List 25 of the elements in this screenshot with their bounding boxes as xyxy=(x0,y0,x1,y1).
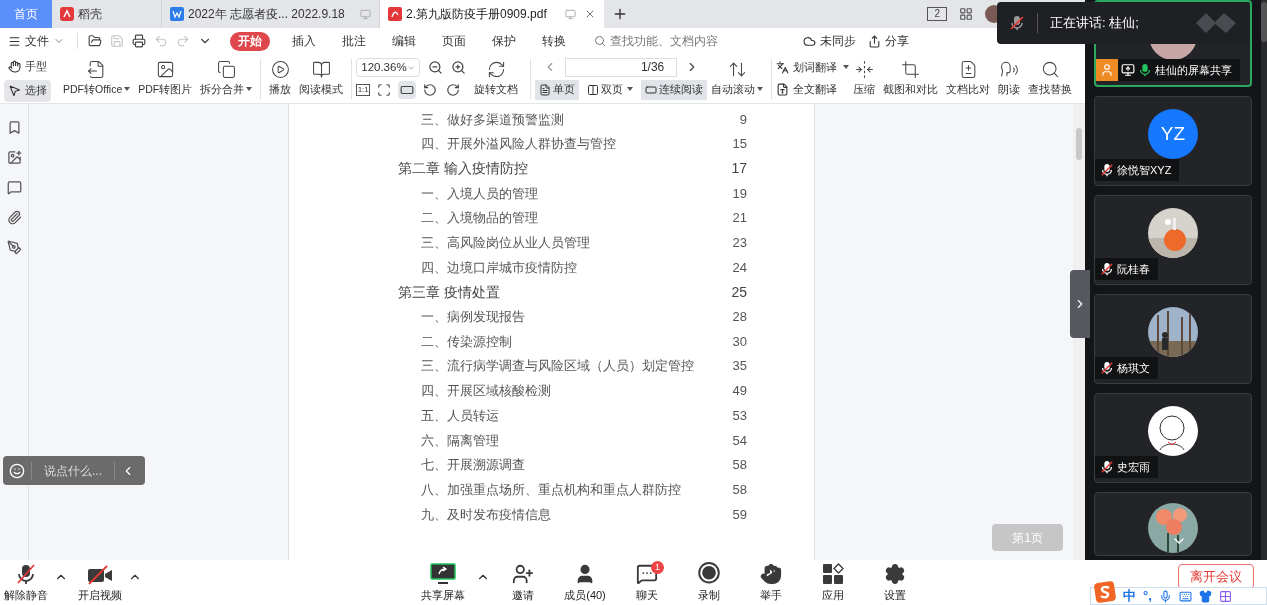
page-number: 15 xyxy=(732,135,747,154)
page-number: 17 xyxy=(731,159,747,179)
page-number: 53 xyxy=(732,406,747,425)
page-number: 35 xyxy=(732,357,747,376)
page-number: 9 xyxy=(739,110,747,129)
page-number: 54 xyxy=(732,431,747,450)
participant-name: 史宏雨 xyxy=(1117,459,1150,475)
page-number: 30 xyxy=(732,332,747,351)
page-number: 28 xyxy=(732,308,747,327)
page-number: 58 xyxy=(732,456,747,475)
page-number: 23 xyxy=(732,234,747,253)
page-number: 24 xyxy=(732,258,747,277)
participant-name: 桂仙的屏幕共享 xyxy=(1155,62,1232,78)
page-number: 25 xyxy=(731,282,747,302)
speaker-text: 正在讲话: 桂仙; xyxy=(1050,14,1139,33)
page-number: 59 xyxy=(732,505,747,524)
participant-name: 阮桂春 xyxy=(1117,261,1150,277)
page-number: 49 xyxy=(732,382,747,401)
avatar: YZ xyxy=(1148,109,1198,159)
participant-name: 杨琪文 xyxy=(1117,360,1150,376)
participant-name: 徐悦智XYZ xyxy=(1117,162,1172,178)
page-number: 58 xyxy=(732,480,747,499)
unread-badge: 1 xyxy=(651,561,664,574)
page-number: 21 xyxy=(732,209,747,228)
page-number: 19 xyxy=(732,184,747,203)
